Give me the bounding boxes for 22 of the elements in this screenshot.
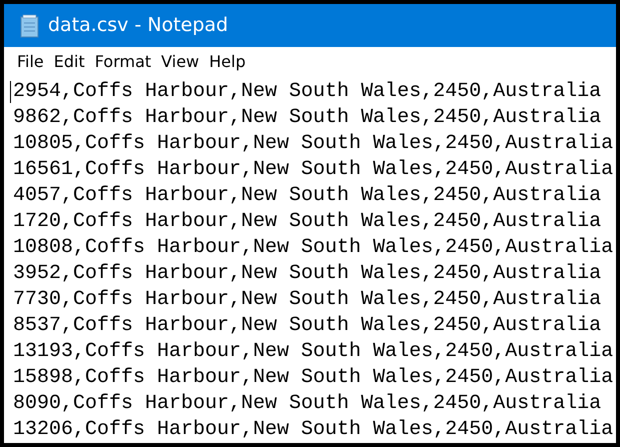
text-line: 4057,Coffs Harbour,New South Wales,2450,Australia <box>13 183 602 209</box>
text-line: 13206,Coffs Harbour,New South Wales,2450,Australia <box>13 417 614 443</box>
menu-item[interactable]: Format <box>90 50 156 74</box>
text-cursor <box>10 81 11 103</box>
text-line: 9862,Coffs Harbour,New South Wales,2450,Australia <box>13 105 602 131</box>
menu-item[interactable]: Help <box>204 50 251 74</box>
text-line: 3952,Coffs Harbour,New South Wales,2450,Australia <box>13 261 602 287</box>
text-line: 1720,Coffs Harbour,New South Wales,2450,Australia <box>13 209 602 235</box>
text-line: 7730,Coffs Harbour,New South Wales,2450,Australia <box>13 287 602 313</box>
text-line: 2954,Coffs Harbour,New South Wales,2450,Australia <box>13 79 602 105</box>
text-line: 8090,Coffs Harbour,New South Wales,2450,Australia <box>13 391 602 417</box>
notepad-icon <box>20 14 40 38</box>
text-line: 10808,Coffs Harbour,New South Wales,2450,Australia <box>13 235 614 261</box>
menu-item[interactable]: View <box>156 50 204 74</box>
text-line: 13193,Coffs Harbour,New South Wales,2450,Australia <box>13 339 614 365</box>
window-title: data.csv - Notepad <box>48 13 228 38</box>
menu-item[interactable]: File <box>12 50 49 74</box>
text-line: 16561,Coffs Harbour,New South Wales,2450,Australia <box>13 157 614 183</box>
text-line: 10805,Coffs Harbour,New South Wales,2450,Australia <box>13 131 614 157</box>
text-line: 15898,Coffs Harbour,New South Wales,2450,Australia <box>13 365 614 391</box>
text-line: 8537,Coffs Harbour,New South Wales,2450,Australia <box>13 313 602 339</box>
menu-item[interactable]: Edit <box>48 50 90 74</box>
